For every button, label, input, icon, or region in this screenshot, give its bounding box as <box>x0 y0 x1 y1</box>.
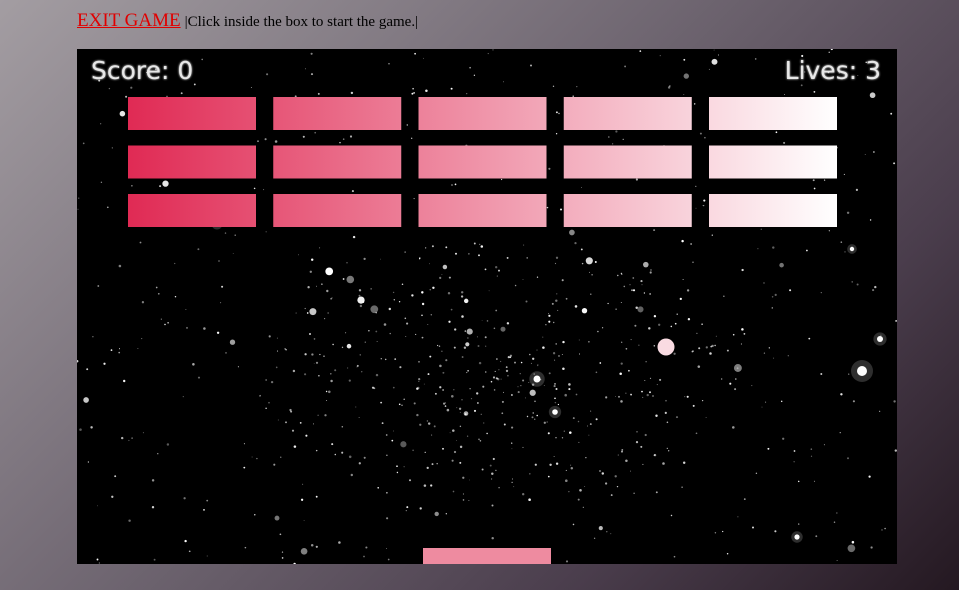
lives-display: Lives: 3 <box>784 56 881 85</box>
brick <box>418 145 547 179</box>
game-canvas[interactable]: Score: 0 Lives: 3 <box>77 49 897 564</box>
brick <box>128 145 256 179</box>
start-hint: |Click inside the box to start the game.… <box>184 14 419 30</box>
brick <box>563 145 692 179</box>
brick <box>563 97 692 130</box>
brick <box>709 145 837 179</box>
brick <box>128 194 256 227</box>
brick <box>273 97 402 130</box>
brick <box>273 194 402 227</box>
brick-wall <box>128 97 837 227</box>
playfield <box>128 97 837 564</box>
top-bar: EXIT GAME |Click inside the box to start… <box>77 10 418 36</box>
ball <box>657 338 675 356</box>
brick <box>273 145 402 179</box>
score-display: Score: 0 <box>91 56 194 85</box>
exit-game-link[interactable]: EXIT GAME <box>77 10 181 32</box>
brick <box>709 194 837 227</box>
paddle[interactable] <box>423 548 551 564</box>
brick <box>418 194 547 227</box>
brick <box>563 194 692 227</box>
brick <box>418 97 547 130</box>
brick <box>128 97 256 130</box>
brick <box>709 97 837 130</box>
